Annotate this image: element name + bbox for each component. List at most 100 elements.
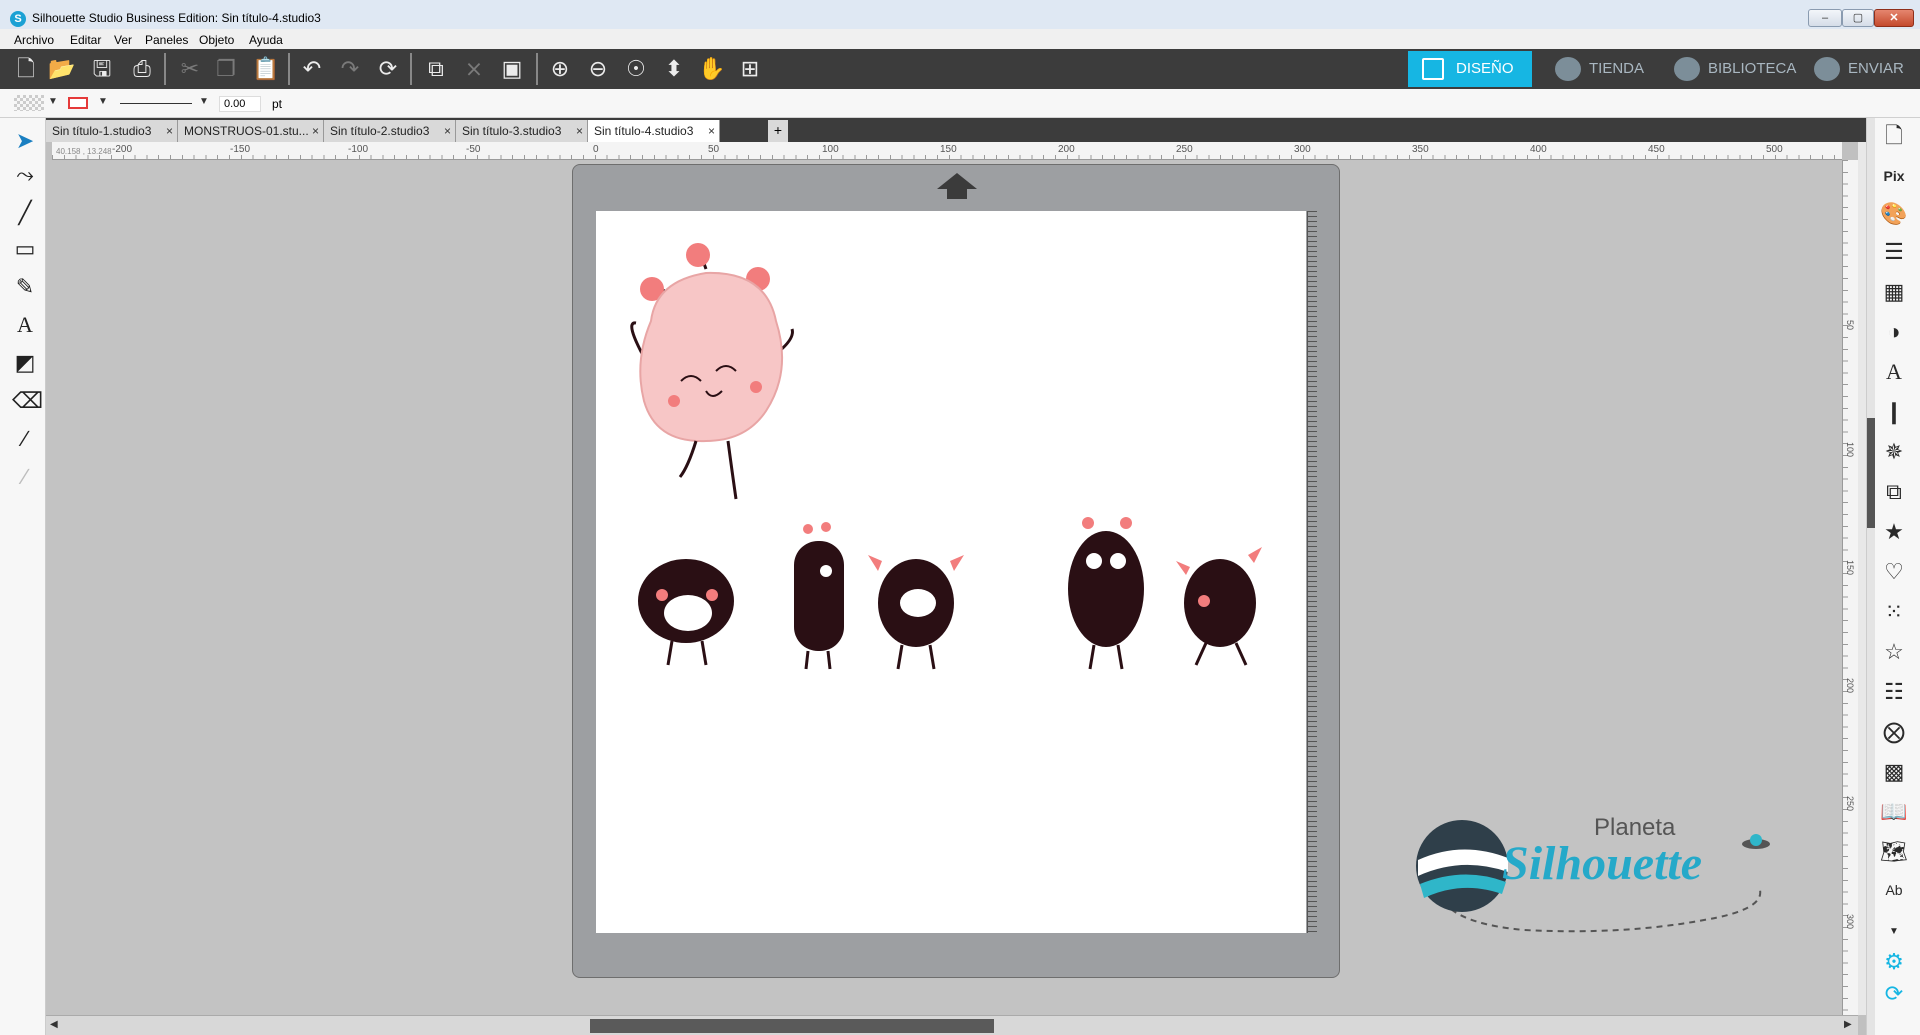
add-page-icon[interactable]: ⊞: [736, 55, 764, 83]
doc-tab-1[interactable]: Sin título-1.studio3 ×: [46, 120, 178, 142]
menu-archivo[interactable]: Archivo: [14, 33, 54, 47]
tab-tienda[interactable]: TIENDA: [1541, 51, 1645, 87]
sketch-icon[interactable]: ⨂: [1879, 718, 1909, 746]
line-style-selector[interactable]: [120, 103, 192, 104]
save-icon[interactable]: 🖫: [88, 55, 116, 83]
refresh-icon[interactable]: ⟳: [374, 55, 402, 83]
close-tab-icon[interactable]: ×: [576, 120, 583, 142]
fill-pattern-icon[interactable]: ▦: [1879, 278, 1909, 306]
line-style-dropdown-icon[interactable]: ▼: [199, 96, 209, 107]
open-folder-icon[interactable]: 📂: [48, 55, 76, 83]
minimize-button[interactable]: –: [1808, 9, 1842, 27]
scroll-right-icon[interactable]: ▶: [1844, 1019, 1852, 1030]
maximize-button[interactable]: ▢: [1842, 9, 1874, 27]
transform-icon[interactable]: ✵: [1879, 438, 1909, 466]
redo-icon[interactable]: ↷: [336, 55, 364, 83]
vertical-scrollbar[interactable]: [1858, 142, 1866, 1015]
design-canvas[interactable]: Planeta Silhouette: [46, 160, 1842, 1015]
eyedropper-tool-icon[interactable]: ∕: [12, 464, 38, 490]
right-panel-scrollbar[interactable]: [1867, 118, 1875, 1035]
menu-ayuda[interactable]: Ayuda: [249, 33, 283, 47]
doc-tab-3[interactable]: Sin título-2.studio3 ×: [324, 120, 456, 142]
star-outline-icon[interactable]: ☆: [1879, 638, 1909, 666]
fill-color-swatch[interactable]: [14, 95, 44, 111]
copy-icon[interactable]: ❐: [212, 55, 240, 83]
map-icon[interactable]: 🗺: [1879, 838, 1909, 866]
dark-monster-4[interactable]: [1068, 517, 1144, 670]
text-tool-icon[interactable]: A: [12, 312, 38, 338]
align-icon[interactable]: ❙: [1879, 398, 1909, 426]
pencil-tool-icon[interactable]: ✎: [12, 274, 38, 300]
rectangle-tool-icon[interactable]: ▭: [12, 236, 38, 262]
undo-icon[interactable]: ↶: [298, 55, 326, 83]
zoom-out-icon[interactable]: ⊖: [584, 55, 612, 83]
offset-icon[interactable]: ★: [1879, 518, 1909, 546]
cut-icon[interactable]: ✂: [176, 55, 204, 83]
dark-monster-2[interactable]: [794, 522, 844, 670]
line-style-icon[interactable]: ☰: [1879, 238, 1909, 266]
zoom-in-icon[interactable]: ⊕: [546, 55, 574, 83]
right-panel-scroll-thumb[interactable]: [1867, 418, 1875, 528]
dark-monster-1[interactable]: [638, 559, 734, 666]
tab-diseno[interactable]: DISEÑO: [1408, 51, 1532, 87]
ruler-label: 100: [822, 144, 839, 155]
palette-icon[interactable]: 🎨: [1879, 200, 1909, 228]
line-color-swatch[interactable]: [68, 97, 88, 109]
dark-monster-3[interactable]: [868, 555, 964, 670]
knife-tool-icon[interactable]: ∕: [12, 426, 38, 452]
eraser-tool-icon[interactable]: ⌫: [12, 388, 43, 414]
close-tab-icon[interactable]: ×: [444, 120, 451, 142]
horizontal-scroll-thumb[interactable]: [590, 1019, 994, 1033]
close-tab-icon[interactable]: ×: [166, 120, 173, 142]
menu-ver[interactable]: Ver: [114, 33, 132, 47]
add-tab-button[interactable]: +: [768, 120, 788, 142]
sync-icon[interactable]: ⟳: [1879, 980, 1909, 1008]
close-tab-icon[interactable]: ×: [312, 120, 319, 142]
ungroup-icon[interactable]: ⨯: [460, 55, 488, 83]
image-effects-icon[interactable]: ♡: [1879, 558, 1909, 586]
line-tool-icon[interactable]: ╱: [12, 200, 38, 226]
zoom-fit-icon[interactable]: ☉: [622, 55, 650, 83]
new-document-icon[interactable]: 🗋: [12, 55, 40, 83]
fill-panel-icon[interactable]: ◩: [12, 350, 38, 376]
select-arrow-icon[interactable]: ➤: [12, 128, 38, 154]
text-to-path-icon[interactable]: Ab: [1879, 876, 1909, 904]
transparency-icon[interactable]: ◑: [1879, 318, 1909, 346]
group-icon[interactable]: ⧉: [422, 55, 450, 83]
line-color-dropdown-icon[interactable]: ▼: [98, 96, 108, 107]
tab-enviar[interactable]: ENVIAR: [1800, 51, 1920, 87]
doc-tab-4[interactable]: Sin título-3.studio3 ×: [456, 120, 588, 142]
text-style-icon[interactable]: A: [1879, 358, 1909, 386]
dark-monster-5[interactable]: [1176, 547, 1262, 666]
tab-biblioteca[interactable]: BIBLIOTECA: [1660, 51, 1802, 87]
layers-icon[interactable]: ☷: [1879, 678, 1909, 706]
menu-bar: Archivo Editar Ver Paneles Objeto Ayuda: [0, 29, 1920, 49]
paste-icon[interactable]: 📋: [252, 55, 280, 83]
close-tab-icon[interactable]: ×: [708, 120, 715, 142]
stroke-width-input[interactable]: 0.00: [219, 96, 261, 112]
print-icon[interactable]: ⎙: [128, 55, 156, 83]
design-page[interactable]: [596, 211, 1306, 933]
dots-pattern-icon[interactable]: ⁙: [1879, 598, 1909, 626]
menu-paneles[interactable]: Paneles: [145, 33, 188, 47]
trace-icon[interactable]: ▣: [498, 55, 526, 83]
horizontal-scrollbar[interactable]: ◀ ▶: [46, 1015, 1858, 1035]
pixscan-icon[interactable]: Pix: [1879, 162, 1909, 190]
fill-dropdown-icon[interactable]: ▼: [48, 96, 58, 107]
menu-objeto[interactable]: Objeto: [199, 33, 234, 47]
doc-tab-5-active[interactable]: Sin título-4.studio3 ×: [588, 120, 720, 142]
pan-hand-icon[interactable]: ✋: [698, 55, 726, 83]
settings-gear-icon[interactable]: ⚙: [1879, 948, 1909, 976]
modify-icon[interactable]: ⧉: [1879, 478, 1909, 506]
library-book-icon[interactable]: 📖: [1879, 798, 1909, 826]
scroll-left-icon[interactable]: ◀: [50, 1019, 58, 1030]
point-edit-icon[interactable]: ⤳: [12, 162, 38, 188]
close-button[interactable]: ✕: [1874, 9, 1914, 27]
menu-editar[interactable]: Editar: [70, 33, 101, 47]
pink-fuzzy-monster[interactable]: [630, 243, 794, 500]
nesting-icon[interactable]: ▩: [1879, 758, 1909, 786]
page-setup-icon[interactable]: 🗋: [1879, 122, 1909, 150]
move-down-icon[interactable]: ⬍: [660, 55, 688, 83]
doc-tab-2[interactable]: MONSTRUOS-01.stu... ×: [178, 120, 324, 142]
panel-scroll-down-icon[interactable]: ▼: [1879, 918, 1909, 946]
